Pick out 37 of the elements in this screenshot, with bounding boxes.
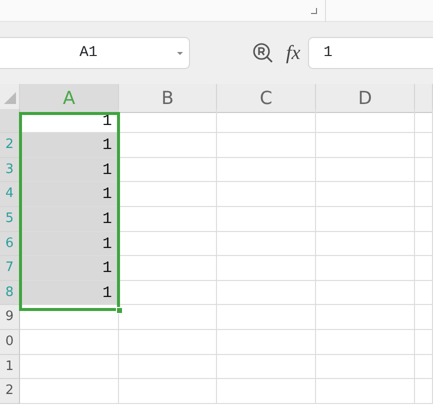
table-cell <box>415 354 433 380</box>
name-box[interactable]: A1 <box>0 37 190 69</box>
table-cell: 1 <box>20 158 119 182</box>
caret-icon[interactable] <box>177 52 183 54</box>
table-cell <box>415 305 433 330</box>
table-cell <box>415 108 433 134</box>
table-cell <box>415 256 433 281</box>
table-cell: 1 <box>20 232 119 256</box>
table-cell: 1 <box>20 182 119 207</box>
table-cell <box>415 330 433 355</box>
formula-value: 1 <box>323 42 332 63</box>
table-cell <box>415 280 433 306</box>
table-cell: 1 <box>20 133 119 158</box>
row-header[interactable]: 2 <box>0 379 20 404</box>
table-cell: 1 <box>20 256 119 281</box>
row-header[interactable] <box>0 108 20 134</box>
function-label[interactable]: fx <box>286 38 300 68</box>
corner-mark-icon <box>311 8 317 14</box>
table-cell <box>415 232 433 256</box>
table-cell <box>415 133 433 158</box>
row-header[interactable]: 9 <box>0 305 20 330</box>
column-header[interactable]: B <box>119 84 217 113</box>
zoom-icon[interactable] <box>252 42 274 64</box>
fill-handle[interactable] <box>116 306 123 314</box>
table-cell <box>415 182 433 207</box>
table-cell <box>415 206 433 232</box>
cell-reference: A1 <box>78 42 98 63</box>
table-cell <box>415 379 433 404</box>
table-cell: 1 <box>20 206 119 232</box>
corner-triangle-icon <box>4 92 16 104</box>
table-cell: 1 <box>20 280 119 306</box>
row-header[interactable]: 1 <box>0 354 20 380</box>
formula-field[interactable]: 1 <box>308 37 433 69</box>
column-header[interactable]: C <box>217 84 316 113</box>
table-cell <box>415 158 433 182</box>
row-header[interactable]: 0 <box>0 330 20 355</box>
column-header[interactable]: D <box>316 84 415 113</box>
